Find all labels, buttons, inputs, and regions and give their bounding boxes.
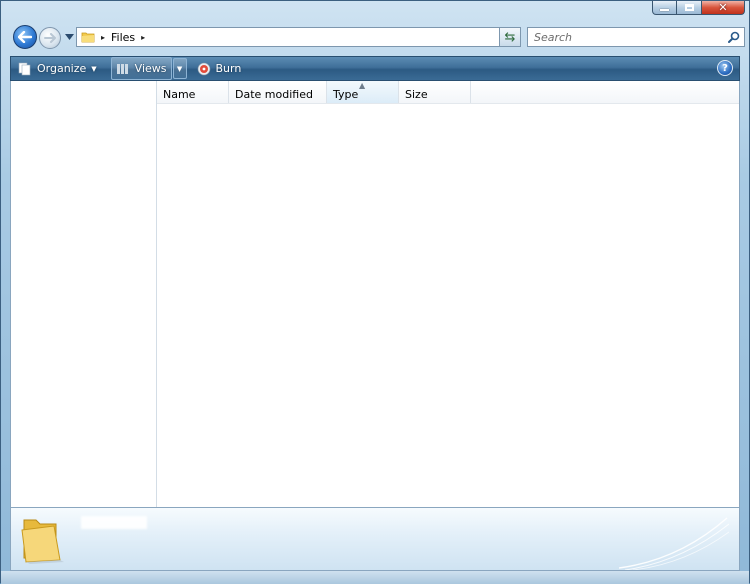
burn-disc-icon xyxy=(197,62,210,75)
column-header-name[interactable]: Name xyxy=(157,81,229,103)
help-icon: ? xyxy=(722,62,728,74)
command-bar: Organize ▼ Views ▼ Burn ? xyxy=(10,56,740,81)
organize-label: Organize xyxy=(37,62,87,75)
file-list[interactable]: Name Date modified ▲ Type Size xyxy=(157,81,739,507)
help-button[interactable]: ? xyxy=(717,60,733,76)
search-box[interactable] xyxy=(527,27,745,47)
column-header-date-modified[interactable]: Date modified xyxy=(229,81,327,103)
breadcrumb-separator-trailing[interactable]: ▸ xyxy=(141,33,145,42)
burn-button[interactable]: Burn xyxy=(193,58,246,79)
views-dropdown-button[interactable]: ▼ xyxy=(172,58,187,79)
organize-icon xyxy=(18,62,31,75)
minimize-icon xyxy=(660,9,669,11)
sort-ascending-icon: ▲ xyxy=(359,81,366,90)
details-pane xyxy=(10,507,740,571)
column-header-label: Date modified xyxy=(235,88,313,101)
column-header-type[interactable]: ▲ Type xyxy=(327,81,399,103)
column-header-label: Type xyxy=(333,88,359,101)
minimize-button[interactable] xyxy=(652,1,677,15)
views-dropdown-icon: ▼ xyxy=(176,64,183,73)
navigation-bar: ▸ Files ▸ ▼ ⇆ xyxy=(11,23,745,51)
breadcrumb-separator[interactable]: ▸ xyxy=(101,33,105,42)
back-button[interactable] xyxy=(13,25,37,49)
window-bottom-frame xyxy=(1,571,749,584)
search-input[interactable] xyxy=(532,29,716,45)
breadcrumb-files[interactable]: Files xyxy=(111,31,135,44)
folder-icon xyxy=(81,32,95,43)
column-header-label: Size xyxy=(405,88,428,101)
organize-dropdown-icon: ▼ xyxy=(91,64,97,73)
forward-arrow-icon xyxy=(44,33,56,43)
refresh-button[interactable]: ⇆ xyxy=(499,27,521,47)
swoosh-decoration-icon xyxy=(619,517,729,570)
burn-label: Burn xyxy=(215,62,242,75)
maximize-button[interactable] xyxy=(677,1,702,15)
column-headers: Name Date modified ▲ Type Size xyxy=(157,81,739,104)
maximize-icon xyxy=(684,4,694,11)
views-label: Views xyxy=(134,62,167,75)
large-folder-icon xyxy=(21,519,64,564)
navigation-pane[interactable] xyxy=(11,81,157,507)
search-icon[interactable] xyxy=(728,31,740,43)
column-header-size[interactable]: Size xyxy=(399,81,471,103)
column-header-label: Name xyxy=(163,88,196,101)
close-button[interactable]: ✕ xyxy=(702,1,745,15)
back-arrow-icon xyxy=(18,31,32,43)
chevron-down-icon xyxy=(64,34,74,40)
close-icon: ✕ xyxy=(718,1,728,14)
recent-pages-button[interactable] xyxy=(64,32,74,42)
views-icon xyxy=(116,63,128,74)
content-area: Name Date modified ▲ Type Size xyxy=(10,81,740,507)
address-bar[interactable]: ▸ Files ▸ ▼ xyxy=(76,27,516,47)
explorer-window: ✕ ▸ Files ▸ ▼ xyxy=(0,0,750,584)
organize-button[interactable]: Organize ▼ xyxy=(14,58,101,79)
views-button[interactable]: Views xyxy=(110,57,172,80)
caption-buttons: ✕ xyxy=(652,1,745,15)
refresh-icon: ⇆ xyxy=(504,29,516,45)
details-item-name xyxy=(81,516,147,529)
forward-button[interactable] xyxy=(39,27,61,49)
